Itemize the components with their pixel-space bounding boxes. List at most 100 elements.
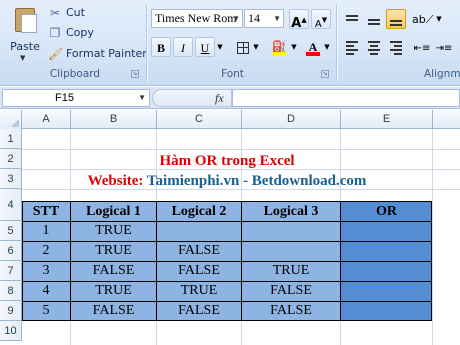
table-cell[interactable] xyxy=(341,261,432,281)
insert-function-icon[interactable]: fx xyxy=(215,90,224,107)
paste-label: Paste xyxy=(10,40,40,53)
row-header-7[interactable]: 7 xyxy=(0,261,22,281)
row-header-10[interactable]: 10 xyxy=(0,321,22,341)
increase-indent-button[interactable]: ⇥≡ xyxy=(434,37,454,57)
table-cell[interactable]: FALSE xyxy=(242,301,340,321)
table-cell[interactable]: TRUE xyxy=(71,221,156,241)
table-cell[interactable]: FALSE xyxy=(157,261,241,281)
font-color-button[interactable]: A xyxy=(303,37,323,57)
bold-button[interactable]: B xyxy=(151,37,171,57)
row-header-2[interactable]: 2 xyxy=(0,149,22,169)
table-cell[interactable]: 1 xyxy=(22,221,70,241)
column-headers: A B C D E xyxy=(0,110,460,129)
name-box[interactable]: F15 ▼ xyxy=(2,89,150,107)
table-cell[interactable] xyxy=(341,281,432,301)
grow-font-icon: A xyxy=(291,16,302,31)
column-header-d[interactable]: D xyxy=(242,110,341,129)
font-dialog-launcher-icon[interactable]: ↘ xyxy=(321,70,329,78)
website-value: Taimienphi.vn - Betdownload.com xyxy=(146,173,367,189)
chevron-down-icon[interactable]: ▼ xyxy=(289,37,299,57)
chevron-down-icon[interactable]: ▼ xyxy=(215,37,225,57)
table-cell[interactable] xyxy=(157,221,241,241)
grow-font-button[interactable]: A▲ xyxy=(289,9,309,31)
table-cell[interactable]: 2 xyxy=(22,241,70,261)
copy-label: Copy xyxy=(66,26,94,39)
worksheet-grid[interactable]: A B C D E 1 2 3 4 5 6 7 8 9 10 Hàm OR tr… xyxy=(0,110,460,345)
borders-icon xyxy=(237,41,249,54)
table-cell[interactable] xyxy=(242,241,340,261)
paintbrush-icon: 🖌 xyxy=(48,46,64,61)
italic-button[interactable]: I xyxy=(173,37,193,57)
font-size-combo[interactable]: 14 ▼ xyxy=(244,9,284,28)
format-painter-button[interactable]: 🖌 Format Painter xyxy=(48,45,147,62)
row-header-9[interactable]: 9 xyxy=(0,301,22,321)
website-line: Website: Taimienphi.vn - Betdownload.com xyxy=(22,171,432,191)
decrease-indent-button[interactable]: ⇤≡ xyxy=(412,37,432,57)
table-cell[interactable]: FALSE xyxy=(157,301,241,321)
cut-button[interactable]: ✂ Cut xyxy=(48,4,85,21)
align-left-button[interactable] xyxy=(342,37,362,57)
borders-button[interactable] xyxy=(233,37,253,57)
sheet-title: Hàm OR trong Excel xyxy=(159,153,295,169)
table-header-logical-2: Logical 2 xyxy=(171,204,227,219)
table-cell[interactable]: FALSE xyxy=(157,241,241,261)
paste-icon xyxy=(15,8,37,33)
align-left-icon xyxy=(346,39,358,57)
row-header-1[interactable]: 1 xyxy=(0,129,22,149)
column-header-a[interactable]: A xyxy=(22,110,71,129)
row-header-8[interactable]: 8 xyxy=(0,281,22,301)
align-middle-icon xyxy=(368,13,380,27)
group-divider xyxy=(336,4,337,82)
orientation-button[interactable]: ab⟋ xyxy=(412,9,433,29)
align-top-button[interactable] xyxy=(342,9,362,29)
row-header-3[interactable]: 3 xyxy=(0,169,22,189)
column-header-b[interactable]: B xyxy=(71,110,157,129)
table-cell[interactable]: 3 xyxy=(22,261,70,281)
scissors-icon: ✂ xyxy=(49,5,61,20)
table-cell[interactable]: TRUE xyxy=(71,241,156,261)
column-header-e[interactable]: E xyxy=(341,110,433,129)
table-cell[interactable]: TRUE xyxy=(242,261,340,281)
paste-button[interactable]: Paste ▼ xyxy=(6,2,44,62)
clipboard-dialog-launcher-icon[interactable]: ↘ xyxy=(131,70,139,78)
table-cell[interactable] xyxy=(341,301,432,321)
table-cell[interactable] xyxy=(341,221,432,241)
row-header-4[interactable]: 4 xyxy=(0,189,22,221)
table-header-logical-1: Logical 1 xyxy=(86,204,141,219)
underline-button[interactable]: U xyxy=(195,37,215,57)
copy-button[interactable]: ❐ Copy xyxy=(48,24,94,41)
table-cell[interactable] xyxy=(341,241,432,261)
align-right-icon xyxy=(390,39,402,57)
table-cell[interactable] xyxy=(242,221,340,241)
clipboard-group-title: Clipboard xyxy=(49,68,101,80)
table-cell[interactable]: TRUE xyxy=(157,281,241,301)
chevron-down-icon[interactable]: ▼ xyxy=(434,9,444,29)
row-header-6[interactable]: 6 xyxy=(0,241,22,261)
format-painter-label: Format Painter xyxy=(66,47,147,60)
chevron-down-icon[interactable]: ▼ xyxy=(251,37,261,57)
table-cell[interactable]: TRUE xyxy=(71,281,156,301)
alignment-group-title: Alignme xyxy=(424,68,460,80)
shrink-font-button[interactable]: A▼ xyxy=(311,9,331,30)
table-cell[interactable]: FALSE xyxy=(71,301,156,321)
column-header-c[interactable]: C xyxy=(157,110,242,129)
formula-input[interactable] xyxy=(232,89,460,107)
align-bottom-icon xyxy=(390,14,402,28)
align-right-button[interactable] xyxy=(386,37,406,57)
chevron-down-icon[interactable]: ▼ xyxy=(322,37,332,57)
table-header-logical-3: Logical 3 xyxy=(263,204,319,219)
copy-icon: ❐ xyxy=(49,25,61,40)
align-center-button[interactable] xyxy=(364,37,384,57)
table-cell[interactable]: 4 xyxy=(22,281,70,301)
font-name-combo[interactable]: Times New Rom ▼ xyxy=(151,9,243,28)
row-header-5[interactable]: 5 xyxy=(0,221,22,241)
fill-color-button[interactable]: ⛽ xyxy=(269,37,289,57)
table-cell[interactable]: FALSE xyxy=(71,261,156,281)
chevron-down-icon: ▼ xyxy=(138,93,146,102)
decrease-indent-icon: ⇤≡ xyxy=(413,43,431,54)
table-cell[interactable]: FALSE xyxy=(242,281,340,301)
align-middle-button[interactable] xyxy=(364,9,384,29)
table-cell[interactable]: 5 xyxy=(22,301,70,321)
select-all-button[interactable] xyxy=(0,110,22,129)
align-bottom-button[interactable] xyxy=(386,9,406,29)
